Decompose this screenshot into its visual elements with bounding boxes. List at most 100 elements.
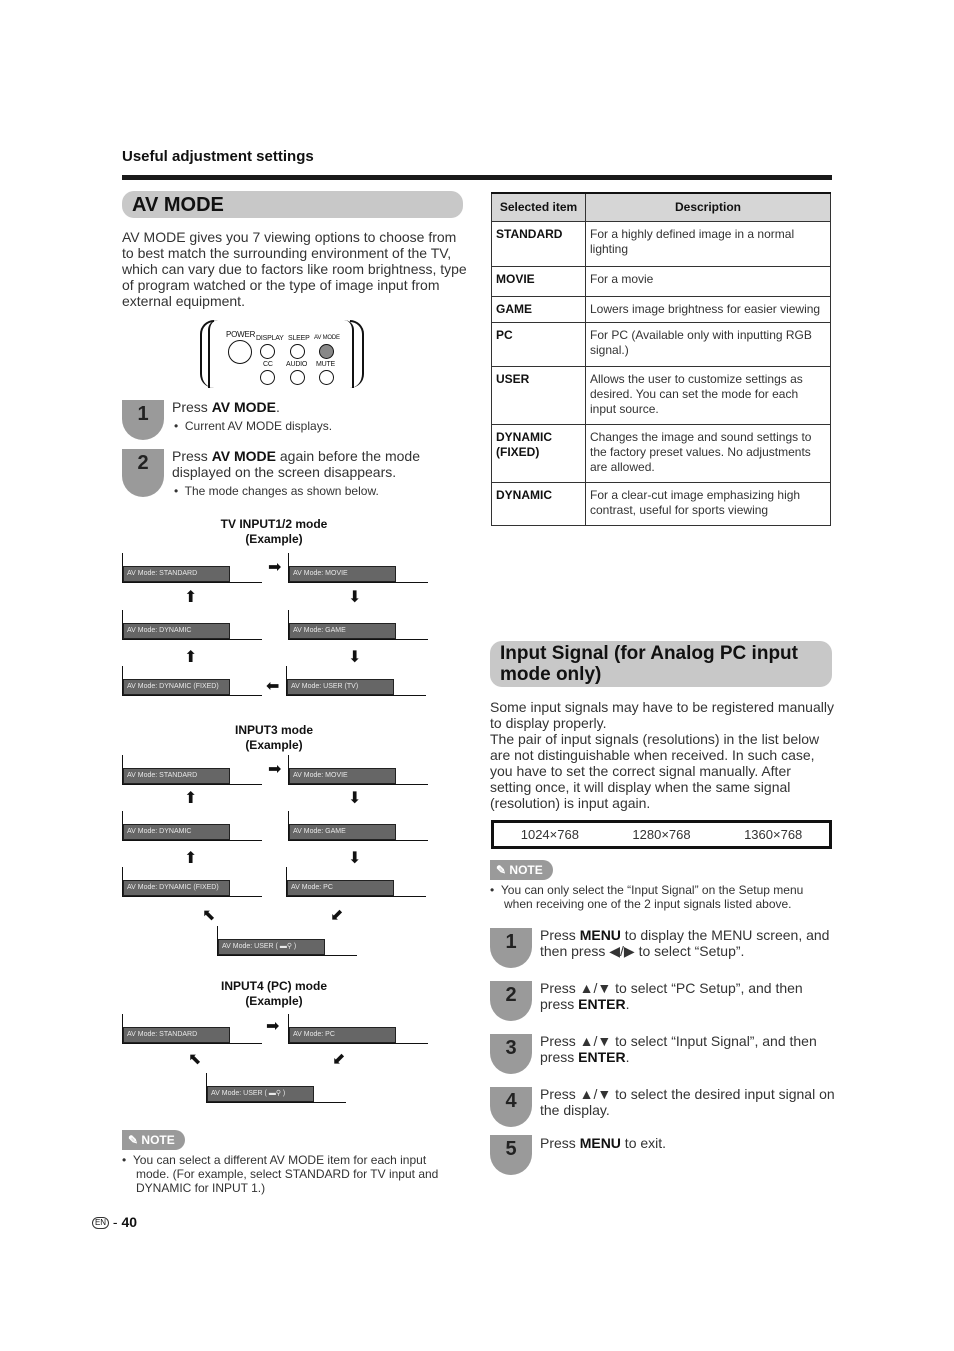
resolution-item: 1360×768 [744,827,803,842]
audio-button[interactable] [290,370,305,385]
table-row: DYNAMIC (FIXED) Changes the image and sou… [491,423,831,483]
arrow-down-icon: ⬇ [348,850,362,867]
arrow-down-icon: ⬇ [348,589,362,606]
remote-left-edge-inner [208,320,218,388]
table-cell-desc: For PC (Available only with inputting RG… [585,321,831,367]
arrow-up-left-icon: ⬉ [188,1051,202,1068]
is-step-2-text: Press ▲/▼ to select “PC Setup”, and then… [540,980,835,1012]
table-row: STANDARD For a highly defined image in a … [491,220,831,267]
mode-bar: AV Mode: USER (TV) [287,679,394,695]
mode-bar: AV Mode: STANDARD [123,1027,230,1043]
mode-bar: AV Mode: USER ( ▬⚲ ) [218,939,325,955]
av-mode-intro: AV MODE gives you 7 viewing options to c… [122,229,467,309]
table-row: USER Allows the user to customize setting… [491,365,831,425]
note-text: You can select a different AV MODE item … [132,1153,439,1195]
step-badge: 2 [490,981,532,1021]
arrow-up-icon: ⬆ [184,649,198,666]
resolution-list: 1024×768 1280×768 1360×768 [491,820,832,849]
step-text-pre: Press [172,399,212,415]
table-cell-desc: For a clear-cut image emphasizing high c… [585,481,831,526]
step-sub-text: Current AV MODE displays. [184,419,333,433]
pencil-icon: ✎ [496,863,507,877]
intro-paragraph: The pair of input signals (resolutions) … [490,731,820,811]
mode-screen: AV Mode: MOVIE [288,755,428,785]
table-header: Selected item [491,192,586,222]
av-mode-label: AV MODE [314,335,340,341]
arrow-up-icon: ⬆ [184,589,198,606]
mode-screen: AV Mode: DYNAMIC [122,610,262,640]
step-text-post: to exit. [620,1135,667,1151]
table-header: Description [585,192,831,222]
mode-bar: AV Mode: DYNAMIC [123,824,230,840]
arrow-right-icon: ➡ [268,761,282,778]
step-text-post: . [276,399,280,415]
diagram-title-line: INPUT4 (PC) mode [220,979,327,993]
cc-label: CC [263,361,273,368]
mode-screen: AV Mode: GAME [288,610,428,640]
step-badge: 1 [122,400,164,440]
display-button[interactable] [260,344,275,359]
step-text-pre: Press [540,927,580,943]
mode-bar: AV Mode: USER ( ▬⚲ ) [207,1086,314,1102]
step-badge: 4 [490,1087,532,1127]
table-cell-item: STANDARD [491,220,586,267]
table-cell-desc: For a movie [585,265,831,297]
remote-right-edge [350,320,364,388]
mode-screen: AV Mode: DYNAMIC (FIXED) [122,867,262,897]
table-row: GAME Lowers image brightness for easier v… [491,295,831,323]
av-mode-button[interactable] [319,344,334,359]
diagram-title: INPUT3 mode (Example) [174,723,374,753]
mode-bar: AV Mode: DYNAMIC (FIXED) [123,880,230,896]
input-signal-intro: Some input signals may have to be regist… [490,699,835,811]
step-2-text: Press AV MODE again before the mode disp… [172,448,462,480]
step-text-pre: Press [540,1135,580,1151]
power-button[interactable] [228,340,252,364]
pencil-icon: ✎ [128,1133,139,1147]
is-step-3-text: Press ▲/▼ to select “Input Signal”, and … [540,1033,835,1065]
table-row: DYNAMIC For a clear-cut image emphasizing… [491,481,831,526]
arrow-down-icon: ⬇ [348,649,362,666]
diagram-title-line: (Example) [245,738,303,752]
av-mode-heading: AV MODE [122,191,463,218]
mode-bar: AV Mode: DYNAMIC [123,623,230,639]
arrow-right-icon: ➡ [268,559,282,576]
mute-label: MUTE [316,361,336,368]
cc-button[interactable] [260,370,275,385]
step-text-post: . [625,996,630,1012]
step-key: AV MODE [211,448,276,464]
step-text-post: . [625,1049,630,1065]
mode-screen: AV Mode: MOVIE [288,553,428,583]
mode-bar: AV Mode: STANDARD [123,768,230,784]
sleep-button[interactable] [290,344,305,359]
table-cell-item: GAME [491,295,586,323]
diagram-title-line: (Example) [245,994,303,1008]
power-label: POWER [226,330,256,339]
mode-bar: AV Mode: STANDARD [123,566,230,582]
table-cell-item: PC [491,321,586,367]
mode-bar: AV Mode: MOVIE [289,768,396,784]
step-key: MENU [579,1135,621,1151]
step-key: AV MODE [211,399,276,415]
step-2-sub: • The mode changes as shown below. [174,484,379,498]
mode-bar: AV Mode: GAME [289,623,396,639]
header-rule [122,175,832,180]
mode-screen: AV Mode: PC [286,867,426,897]
step-key: ENTER [578,1049,626,1065]
table-cell-item: DYNAMIC [491,481,586,526]
av-mode-table: Selected item Description STANDARD For a … [491,192,831,526]
sleep-label: SLEEP [288,335,310,342]
step-1-sub: • Current AV MODE displays. [174,419,333,433]
step-1-text: Press AV MODE. [172,399,457,415]
table-header-row: Selected item Description [491,192,831,222]
intro-paragraph: Some input signals may have to be regist… [490,699,834,731]
page-number: 40 [121,1214,138,1230]
arrow-right-icon: ➡ [266,1018,280,1035]
table-cell-item: USER [491,365,586,425]
arrow-left-icon: ⬅ [266,678,280,695]
mute-button[interactable] [319,370,334,385]
mode-screen: AV Mode: PC [288,1014,428,1044]
diagram-title: TV INPUT1/2 mode (Example) [174,517,374,547]
note-badge: ✎ NOTE [490,860,553,880]
display-label: DISPLAY [256,335,284,342]
resolution-item: 1024×768 [520,827,579,842]
